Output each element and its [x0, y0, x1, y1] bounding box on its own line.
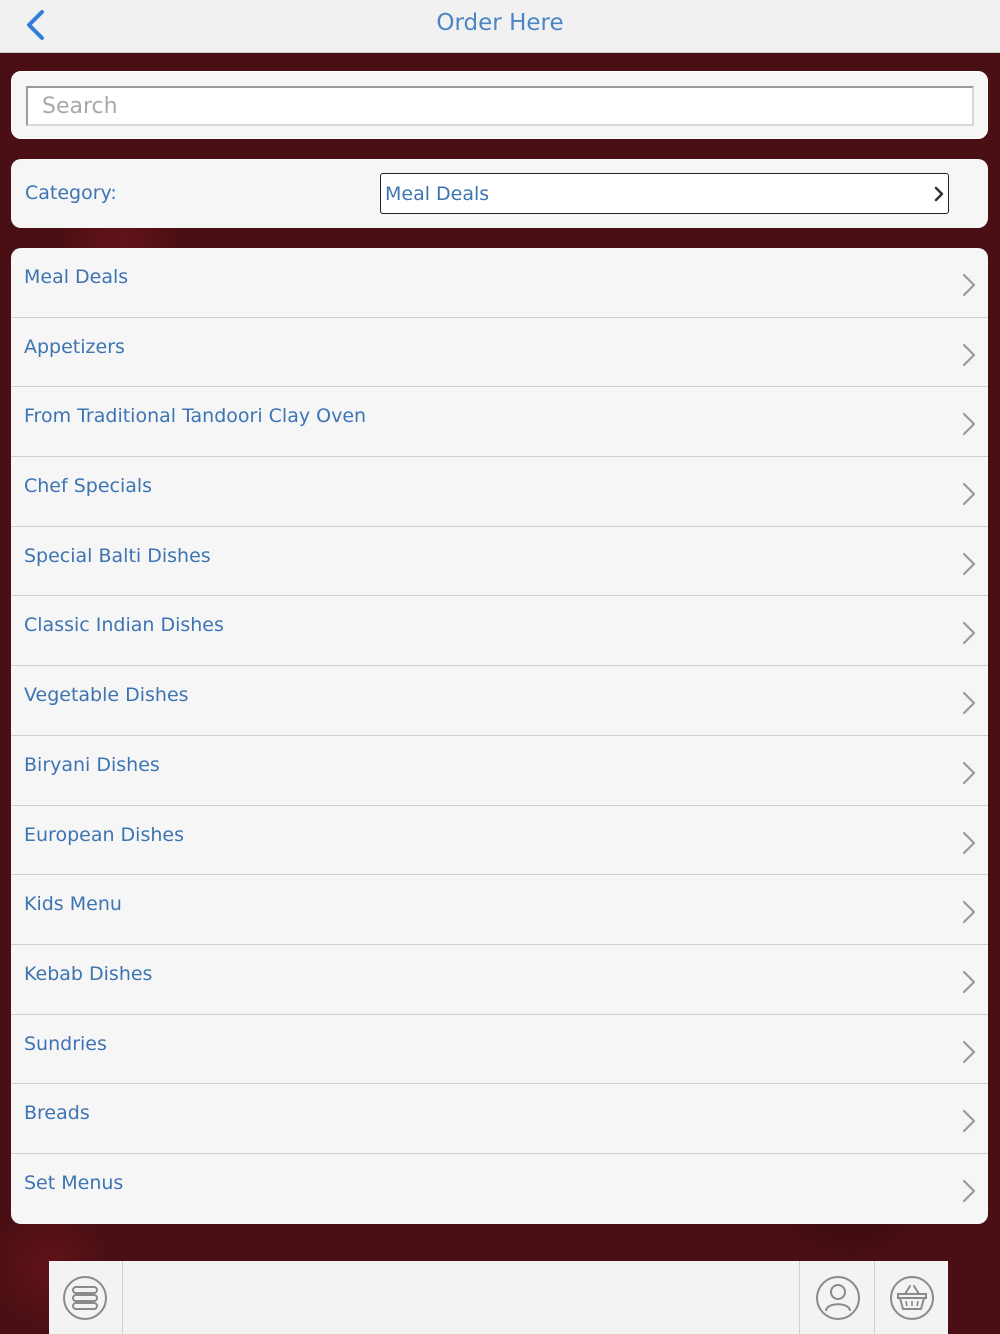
chevron-right-icon: [934, 186, 944, 202]
basket-button[interactable]: [889, 1275, 935, 1321]
chevron-right-icon: [962, 552, 976, 575]
chevron-right-icon: [962, 1110, 976, 1133]
category-select[interactable]: Meal Deals: [380, 173, 949, 214]
list-item[interactable]: European Dishes: [11, 806, 988, 876]
list-item[interactable]: Appetizers: [11, 318, 988, 388]
chevron-right-icon: [962, 831, 976, 854]
list-item[interactable]: Special Balti Dishes: [11, 527, 988, 597]
list-item[interactable]: Vegetable Dishes: [11, 666, 988, 736]
chevron-right-icon: [962, 692, 976, 715]
chevron-right-icon: [962, 343, 976, 366]
menu-list-button[interactable]: [62, 1275, 108, 1321]
search-panel: [11, 71, 988, 139]
list-item-label: Vegetable Dishes: [24, 684, 189, 707]
list-item[interactable]: Set Menus: [11, 1154, 988, 1224]
list-item-label: Kebab Dishes: [24, 962, 153, 985]
menu-category-list: Meal Deals Appetizers From Traditional T…: [11, 248, 988, 1224]
list-item[interactable]: Chef Specials: [11, 457, 988, 527]
list-item[interactable]: Kebab Dishes: [11, 945, 988, 1015]
page-title: Order Here: [436, 10, 564, 36]
list-item-label: Appetizers: [24, 335, 125, 358]
list-item[interactable]: Classic Indian Dishes: [11, 596, 988, 667]
list-item-label: Kids Menu: [24, 893, 122, 916]
toolbar-divider: [799, 1261, 800, 1334]
list-item-label: Sundries: [24, 1032, 107, 1055]
list-item[interactable]: Sundries: [11, 1015, 988, 1085]
toolbar-divider: [874, 1261, 875, 1334]
chevron-right-icon: [962, 761, 976, 784]
search-input[interactable]: [26, 86, 974, 126]
menu-list-icon: [63, 1276, 107, 1320]
basket-icon: [890, 1276, 934, 1320]
category-label: Category:: [25, 182, 117, 204]
category-panel: Category: Meal Deals: [11, 159, 988, 228]
list-item[interactable]: From Traditional Tandoori Clay Oven: [11, 387, 988, 458]
chevron-right-icon: [962, 970, 976, 993]
list-item-label: Biryani Dishes: [24, 753, 160, 776]
chevron-right-icon: [962, 622, 976, 645]
list-item-label: European Dishes: [24, 823, 184, 846]
list-item-label: Meal Deals: [24, 266, 129, 288]
list-item[interactable]: Meal Deals: [11, 248, 988, 318]
account-button[interactable]: [815, 1275, 861, 1321]
chevron-right-icon: [962, 901, 976, 924]
chevron-right-icon: [962, 1040, 976, 1063]
list-item-label: Set Menus: [24, 1171, 124, 1194]
chevron-right-icon: [962, 482, 976, 506]
category-selected-value: Meal Deals: [385, 183, 490, 205]
list-item-label: Classic Indian Dishes: [24, 614, 224, 637]
list-item-label: Special Balti Dishes: [24, 544, 211, 567]
chevron-right-icon: [962, 273, 976, 297]
toolbar-divider: [122, 1261, 123, 1334]
chevron-right-icon: [962, 413, 976, 436]
list-item[interactable]: Breads: [11, 1084, 988, 1154]
list-item-label: From Traditional Tandoori Clay Oven: [24, 405, 367, 428]
user-icon: [816, 1276, 860, 1320]
list-item[interactable]: Biryani Dishes: [11, 736, 988, 806]
bottom-toolbar: [49, 1261, 948, 1334]
chevron-right-icon: [962, 1179, 976, 1203]
list-item[interactable]: Kids Menu: [11, 875, 988, 945]
list-item-label: Breads: [24, 1102, 90, 1125]
list-item-label: Chef Specials: [24, 475, 153, 498]
nav-bar: Order Here: [0, 0, 1000, 53]
